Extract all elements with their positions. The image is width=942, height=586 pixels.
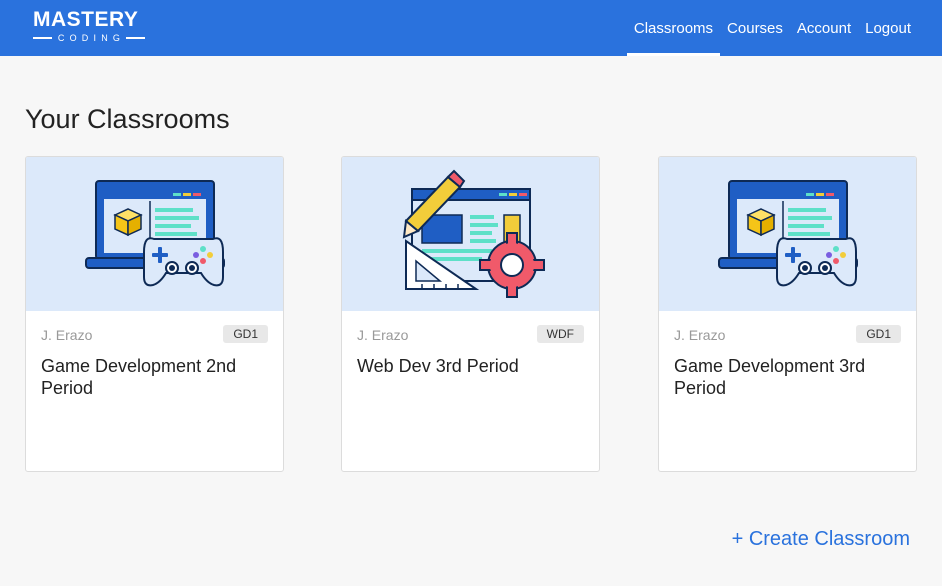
classroom-name: Game Development 3rd Period	[674, 356, 866, 398]
classroom-card[interactable]: J. Erazo GD1 Game Development 3rd Period	[658, 156, 917, 472]
nav-courses[interactable]: Courses	[720, 0, 790, 56]
laptop-gamepad-icon	[85, 180, 225, 287]
nav-classrooms[interactable]: Classrooms	[626, 0, 721, 56]
teacher-name: J. Erazo	[674, 327, 726, 343]
classroom-name: Game Development 2nd Period	[41, 356, 237, 398]
classroom-card[interactable]: J. Erazo GD1 Game Development 2nd Period	[25, 156, 284, 472]
nav-account[interactable]: Account	[790, 0, 858, 56]
web-design-gear-icon	[402, 169, 545, 298]
page-title: Your Classrooms	[25, 104, 230, 134]
class-code-badge: GD1	[856, 325, 901, 343]
classroom-card[interactable]: J. Erazo WDF Web Dev 3rd Period	[341, 156, 600, 472]
logo-main-text: MASTERY	[33, 8, 139, 31]
top-navbar: MASTERY CODING Classrooms Courses Accoun…	[0, 0, 942, 56]
create-classroom-link[interactable]: + Create Classroom	[732, 528, 910, 551]
logo-sub-text: CODING	[57, 33, 126, 43]
class-code-badge: WDF	[536, 325, 584, 343]
nav-logout[interactable]: Logout	[858, 0, 918, 56]
mastery-coding-logo[interactable]: MASTERY CODING	[33, 8, 146, 45]
teacher-name: J. Erazo	[357, 327, 409, 343]
main-nav: Classrooms Courses Account Logout	[626, 0, 918, 56]
teacher-name: J. Erazo	[41, 327, 93, 343]
laptop-gamepad-icon	[718, 180, 858, 287]
classroom-name: Web Dev 3rd Period	[357, 356, 519, 376]
class-code-badge: GD1	[223, 325, 268, 343]
